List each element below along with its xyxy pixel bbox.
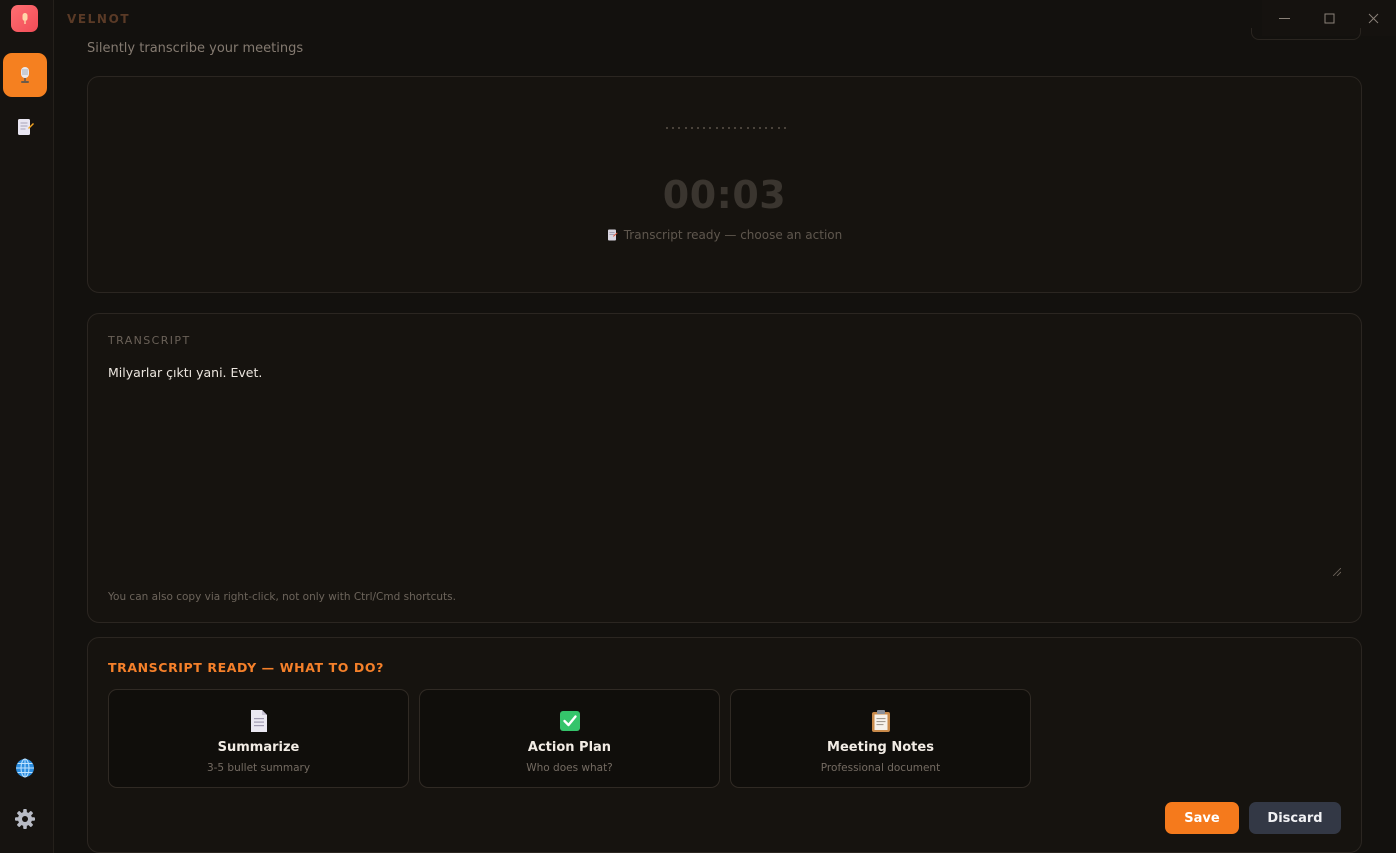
waveform-bar [678,127,681,129]
recorder-status: Transcript ready — choose an action [88,228,1361,242]
audio-waveform [666,125,786,131]
waveform-bar [721,127,724,129]
waveform-bar [715,127,718,129]
action-plan-title: Action Plan [527,740,612,755]
app-brand: VELNOT [67,12,131,26]
notes-icon [18,119,34,135]
recorder-panel: 00:03 Transcript ready — choose an actio… [87,76,1362,293]
actions-panel: TRANSCRIPT READY — WHAT TO DO? Summarize… [87,637,1362,853]
waveform-bar [759,127,762,129]
meeting-notes-desc: Professional document [820,762,941,774]
waveform-bar [740,127,743,129]
close-icon [1368,13,1379,23]
microphone-icon [21,67,29,83]
minimize-icon [1278,17,1290,19]
waveform-bar [666,127,668,129]
summarize-desc: 3-5 bullet summary [206,762,311,774]
waveform-bar [728,127,731,129]
sidebar [0,0,54,853]
meeting-notes-option[interactable]: Meeting Notes Professional document [730,689,1031,788]
waveform-bar [690,127,693,129]
sidebar-item-record[interactable] [3,53,47,97]
discard-button[interactable]: Discard [1249,802,1341,834]
recorder-status-text: Transcript ready — choose an action [623,228,843,242]
transcript-label: TRANSCRIPT [108,334,191,347]
waveform-bar [734,127,737,129]
waveform-bar [746,127,749,129]
gear-icon [15,809,35,829]
waveform-bar [765,127,768,129]
save-button[interactable]: Save [1165,802,1239,834]
language-button[interactable] [14,757,36,779]
globe-icon [16,758,34,778]
waveform-bar [709,127,712,129]
waveform-bar [684,127,687,129]
resize-grip-icon[interactable] [1333,568,1341,576]
actions-title: TRANSCRIPT READY — WHAT TO DO? [108,660,384,675]
waveform-bar [703,127,706,129]
waveform-bar [777,127,780,129]
summarize-option[interactable]: Summarize 3-5 bullet summary [108,689,409,788]
waveform-bar [672,127,675,129]
checkmark-icon [559,711,580,731]
page-subtitle: Silently transcribe your meetings [87,41,304,56]
microphone-icon [22,12,27,24]
action-plan-option[interactable]: Action Plan Who does what? [419,689,720,788]
sidebar-item-notes[interactable] [3,105,47,149]
transcript-panel: TRANSCRIPT Milyarlar çıktı yani. Evet. Y… [87,313,1362,623]
recording-timer: 00:03 [662,173,787,217]
transcript-textarea[interactable]: Milyarlar çıktı yani. Evet. [108,364,1343,580]
waveform-bar [771,127,774,129]
document-icon [607,229,618,241]
waveform-bar [697,127,700,129]
app-logo [11,5,38,32]
action-plan-desc: Who does what? [526,762,613,774]
document-icon [250,710,267,732]
meeting-notes-title: Meeting Notes [827,740,934,755]
waveform-bar [752,127,755,129]
summarize-title: Summarize [217,740,300,755]
waveform-bar [783,127,786,129]
settings-button[interactable] [14,808,36,830]
copy-hint: You can also copy via right-click, not o… [108,591,456,603]
header-button-edge [1251,28,1361,40]
clipboard-icon [871,710,890,732]
maximize-icon [1324,13,1334,23]
